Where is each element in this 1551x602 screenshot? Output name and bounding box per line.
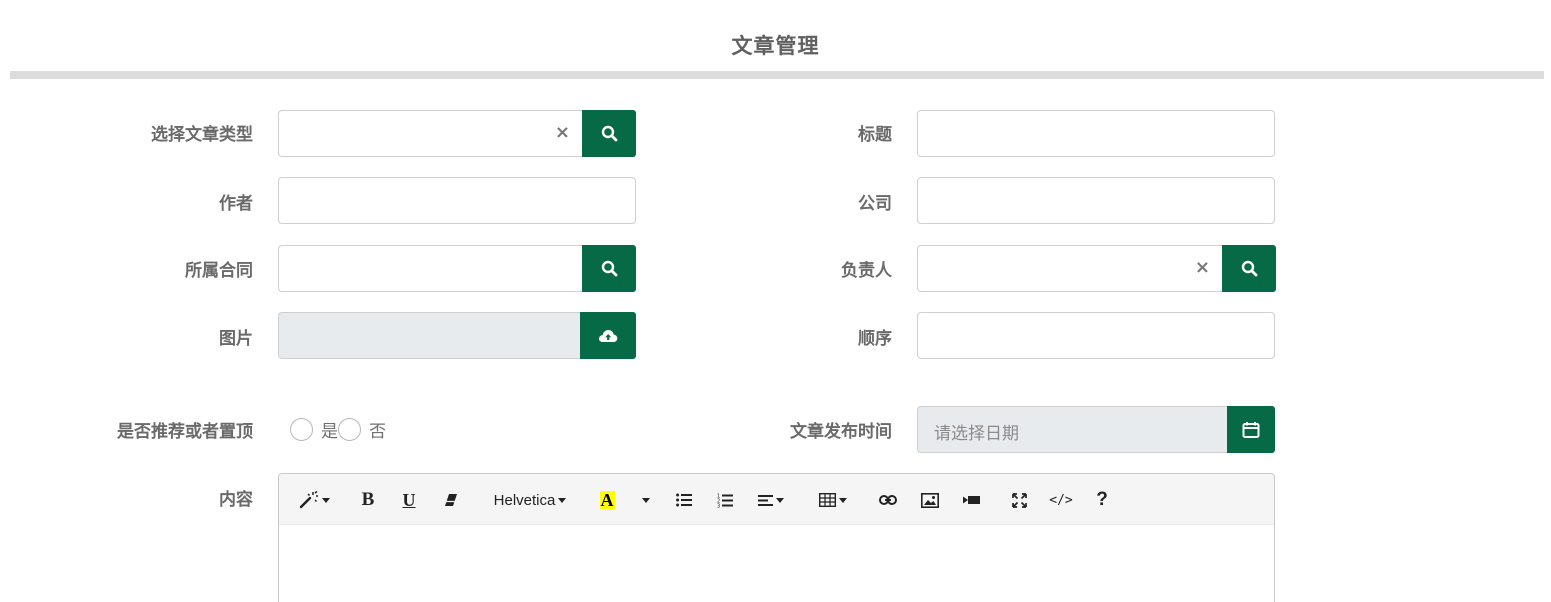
publish-time-input[interactable]: 请选择日期 bbox=[917, 406, 1227, 453]
image-input bbox=[278, 312, 580, 359]
owner-label: 负责人 bbox=[841, 261, 892, 281]
image-label: 图片 bbox=[219, 329, 253, 349]
video-button[interactable] bbox=[960, 488, 982, 512]
image-upload-button[interactable] bbox=[580, 312, 636, 359]
article-type-label: 选择文章类型 bbox=[151, 125, 253, 145]
underline-button[interactable]: U bbox=[398, 488, 420, 512]
rich-text-editor[interactable]: B U Helvetica A 123 </> ? bbox=[278, 473, 1275, 602]
chevron-down-icon bbox=[321, 497, 330, 503]
article-type-input[interactable]: × bbox=[278, 110, 582, 157]
eraser-icon bbox=[445, 494, 457, 506]
align-left-icon bbox=[758, 494, 773, 506]
chevron-down-icon bbox=[776, 497, 784, 503]
ol-icon: 123 bbox=[717, 493, 733, 508]
recommend-yes-radio[interactable] bbox=[290, 417, 313, 441]
font-color-dropdown[interactable] bbox=[637, 488, 651, 512]
recommend-no-radio[interactable] bbox=[338, 417, 361, 441]
font-name-button[interactable]: Helvetica bbox=[490, 488, 570, 512]
content-label: 内容 bbox=[219, 490, 253, 510]
calendar-icon bbox=[1242, 421, 1260, 438]
contract-input[interactable] bbox=[278, 245, 582, 292]
recommend-label: 是否推荐或者置顶 bbox=[117, 422, 253, 442]
fullscreen-button[interactable] bbox=[1008, 488, 1030, 512]
unordered-list-button[interactable] bbox=[673, 488, 695, 512]
title-divider bbox=[10, 71, 1544, 79]
recommend-radio-group: 是 否 bbox=[290, 417, 386, 442]
page-title: 文章管理 bbox=[731, 34, 820, 58]
ordered-list-button[interactable]: 123 bbox=[714, 488, 736, 512]
recommend-yes-label[interactable]: 是 bbox=[321, 417, 338, 442]
recommend-no-label[interactable]: 否 bbox=[369, 417, 386, 442]
picture-icon bbox=[921, 492, 939, 508]
code-view-button[interactable]: </> bbox=[1047, 488, 1075, 512]
chevron-down-icon bbox=[641, 497, 650, 503]
company-input[interactable] bbox=[917, 177, 1275, 224]
cloud-upload-icon bbox=[598, 329, 618, 342]
author-label: 作者 bbox=[219, 194, 253, 214]
bold-button[interactable]: B bbox=[357, 488, 379, 512]
fullscreen-icon bbox=[1011, 492, 1027, 508]
owner-search-button[interactable] bbox=[1222, 245, 1276, 292]
contract-label: 所属合同 bbox=[185, 261, 253, 281]
article-type-clear-icon[interactable]: × bbox=[555, 123, 570, 143]
owner-clear-icon[interactable]: × bbox=[1195, 258, 1210, 278]
font-color-button[interactable]: A bbox=[595, 488, 619, 512]
video-icon bbox=[962, 496, 980, 504]
font-color-icon: A bbox=[599, 490, 615, 510]
table-icon bbox=[819, 493, 836, 507]
editor-toolbar: B U Helvetica A 123 </> ? bbox=[279, 474, 1274, 525]
publish-time-label: 文章发布时间 bbox=[790, 422, 892, 442]
clear-format-button[interactable] bbox=[440, 488, 462, 512]
link-icon bbox=[879, 495, 897, 505]
search-icon bbox=[1241, 260, 1257, 277]
search-icon bbox=[601, 125, 617, 142]
title-label: 标题 bbox=[858, 125, 892, 145]
search-icon bbox=[601, 260, 617, 277]
magic-wand-icon bbox=[299, 491, 318, 509]
chevron-down-icon bbox=[558, 497, 567, 503]
owner-input[interactable]: × bbox=[917, 245, 1222, 292]
style-button[interactable] bbox=[297, 488, 331, 512]
calendar-button[interactable] bbox=[1227, 406, 1275, 453]
publish-time-placeholder: 请选择日期 bbox=[934, 424, 1019, 444]
order-label: 顺序 bbox=[858, 329, 892, 349]
ul-icon bbox=[676, 493, 692, 507]
editor-content-area[interactable] bbox=[279, 525, 1274, 602]
link-button[interactable] bbox=[877, 488, 899, 512]
help-button[interactable]: ? bbox=[1092, 488, 1112, 512]
author-input[interactable] bbox=[278, 177, 636, 224]
company-label: 公司 bbox=[858, 194, 892, 214]
svg-text:3: 3 bbox=[717, 503, 720, 508]
contract-search-button[interactable] bbox=[582, 245, 636, 292]
picture-button[interactable] bbox=[919, 488, 941, 512]
article-type-search-button[interactable] bbox=[582, 110, 636, 157]
order-input[interactable] bbox=[917, 312, 1275, 359]
table-button[interactable] bbox=[816, 488, 850, 512]
chevron-down-icon bbox=[839, 497, 847, 503]
paragraph-button[interactable] bbox=[755, 488, 787, 512]
title-input[interactable] bbox=[917, 110, 1275, 157]
font-name-value: Helvetica bbox=[493, 491, 556, 509]
